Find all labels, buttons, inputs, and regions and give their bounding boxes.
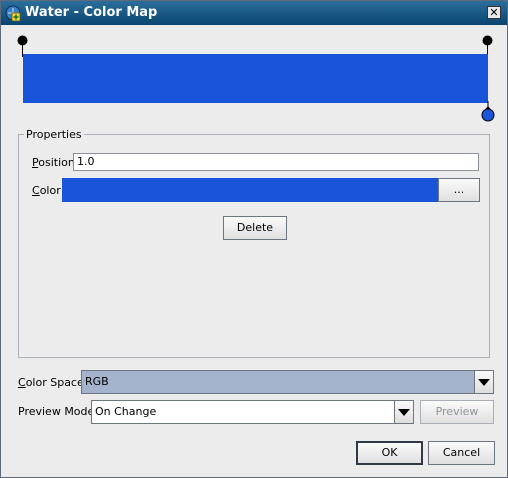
preview-mode-dropdown-button[interactable] [394, 400, 414, 424]
preview-mode-select[interactable]: On Change [91, 400, 395, 424]
close-button[interactable]: ✕ [487, 6, 501, 19]
color-space-label: Color Space [18, 376, 84, 389]
preview-mode-label: Preview Mode [18, 405, 95, 418]
app-plus-icon [5, 5, 21, 21]
close-icon: ✕ [489, 6, 499, 19]
window-title: Water - Color Map [25, 5, 158, 20]
title-bar[interactable]: Water - Color Map ✕ [1, 1, 507, 25]
color-space-dropdown-button[interactable] [474, 370, 494, 394]
color-browse-button[interactable]: ... [438, 178, 480, 202]
preview-mode-value: On Change [95, 405, 157, 418]
chevron-down-icon [398, 409, 410, 416]
ok-button[interactable]: OK [356, 441, 423, 465]
selected-stop-marker[interactable] [481, 101, 495, 123]
color-space-select[interactable]: RGB [81, 370, 475, 394]
color-map-dialog: Water - Color Map ✕ Properties Position … [0, 0, 508, 478]
delete-button[interactable]: Delete [223, 216, 287, 240]
position-input[interactable]: 1.0 [73, 153, 479, 171]
cancel-button[interactable]: Cancel [428, 441, 495, 465]
preview-button[interactable]: Preview [420, 400, 494, 424]
color-swatch[interactable] [62, 178, 438, 202]
color-map-gradient-bar[interactable] [23, 54, 488, 103]
color-space-value: RGB [85, 375, 109, 388]
color-label: Color [32, 184, 61, 197]
chevron-down-icon [478, 379, 490, 386]
properties-group-label: Properties [24, 128, 84, 141]
position-label: Position [32, 156, 75, 169]
